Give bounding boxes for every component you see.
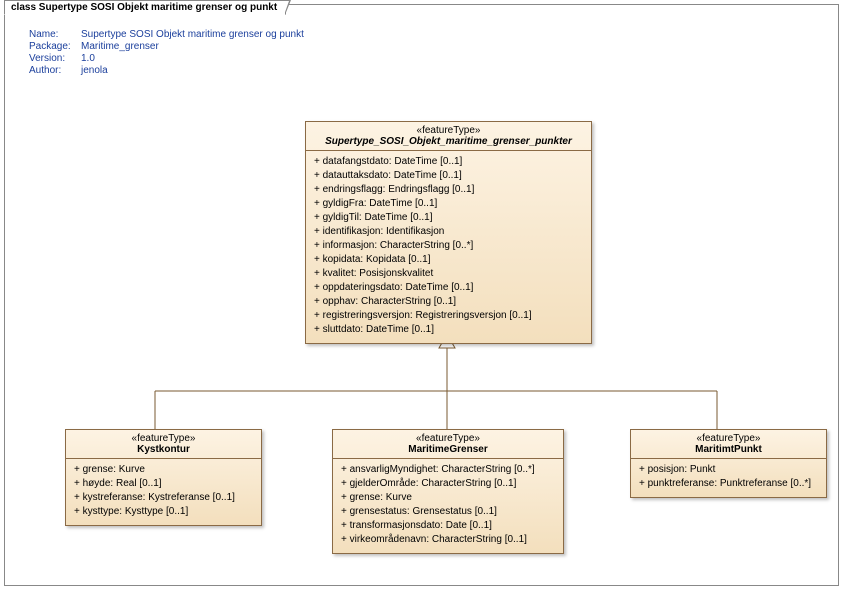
class-supertype: «featureType» Supertype_SOSI_Objekt_mari…	[305, 121, 592, 344]
attr: oppdateringsdato: DateTime [0..1]	[314, 281, 583, 295]
attr: transformasjonsdato: Date [0..1]	[341, 519, 555, 533]
class-maritimtpunkt: «featureType» MaritimtPunkt posisjon: Pu…	[630, 429, 827, 498]
attr: grense: Kurve	[341, 491, 555, 505]
attr: gjelderOmråde: CharacterString [0..1]	[341, 477, 555, 491]
class-kystkontur-name: Kystkontur	[137, 444, 190, 455]
class-kystkontur-body: grense: Kurve høyde: Real [0..1] kystref…	[66, 459, 261, 525]
diagram-title: class Supertype SOSI Objekt maritime gre…	[11, 2, 277, 13]
class-maritimegrenser-stereotype: «featureType»	[339, 433, 557, 444]
attr: datauttaksdato: DateTime [0..1]	[314, 169, 583, 183]
attr: datafangstdato: DateTime [0..1]	[314, 155, 583, 169]
diagram-title-tab: class Supertype SOSI Objekt maritime gre…	[4, 0, 286, 15]
class-supertype-name: Supertype_SOSI_Objekt_maritime_grenser_p…	[325, 136, 572, 147]
attr: kvalitet: Posisjonskvalitet	[314, 267, 583, 281]
class-kystkontur-stereotype: «featureType»	[72, 433, 255, 444]
class-maritimtpunkt-body: posisjon: Punkt punktreferanse: Punktref…	[631, 459, 826, 497]
attr: ansvarligMyndighet: CharacterString [0..…	[341, 463, 555, 477]
attr: kysttype: Kysttype [0..1]	[74, 505, 253, 519]
attr: registreringsversjon: Registreringsversj…	[314, 309, 583, 323]
class-supertype-body: datafangstdato: DateTime [0..1] datautta…	[306, 151, 591, 343]
attr: posisjon: Punkt	[639, 463, 818, 477]
class-maritimtpunkt-stereotype: «featureType»	[637, 433, 820, 444]
attr: endringsflagg: Endringsflagg [0..1]	[314, 183, 583, 197]
class-maritimegrenser-header: «featureType» MaritimeGrenser	[333, 430, 563, 459]
attr: virkeområdenavn: CharacterString [0..1]	[341, 533, 555, 547]
class-maritimegrenser: «featureType» MaritimeGrenser ansvarligM…	[332, 429, 564, 554]
attr: grensestatus: Grensestatus [0..1]	[341, 505, 555, 519]
attr: gyldigTil: DateTime [0..1]	[314, 211, 583, 225]
attr: punktreferanse: Punktreferanse [0..*]	[639, 477, 818, 491]
attr: høyde: Real [0..1]	[74, 477, 253, 491]
class-maritimtpunkt-name: MaritimtPunkt	[695, 444, 762, 455]
class-kystkontur-header: «featureType» Kystkontur	[66, 430, 261, 459]
class-maritimtpunkt-header: «featureType» MaritimtPunkt	[631, 430, 826, 459]
class-supertype-header: «featureType» Supertype_SOSI_Objekt_mari…	[306, 122, 591, 151]
attr: kystreferanse: Kystreferanse [0..1]	[74, 491, 253, 505]
class-maritimegrenser-name: MaritimeGrenser	[408, 444, 487, 455]
attr: kopidata: Kopidata [0..1]	[314, 253, 583, 267]
class-supertype-stereotype: «featureType»	[312, 125, 585, 136]
class-maritimegrenser-body: ansvarligMyndighet: CharacterString [0..…	[333, 459, 563, 553]
attr: sluttdato: DateTime [0..1]	[314, 323, 583, 337]
attr: identifikasjon: Identifikasjon	[314, 225, 583, 239]
attr: informasjon: CharacterString [0..*]	[314, 239, 583, 253]
attr: grense: Kurve	[74, 463, 253, 477]
attr: gyldigFra: DateTime [0..1]	[314, 197, 583, 211]
diagram-frame: class Supertype SOSI Objekt maritime gre…	[4, 4, 839, 586]
class-kystkontur: «featureType» Kystkontur grense: Kurve h…	[65, 429, 262, 526]
attr: opphav: CharacterString [0..1]	[314, 295, 583, 309]
